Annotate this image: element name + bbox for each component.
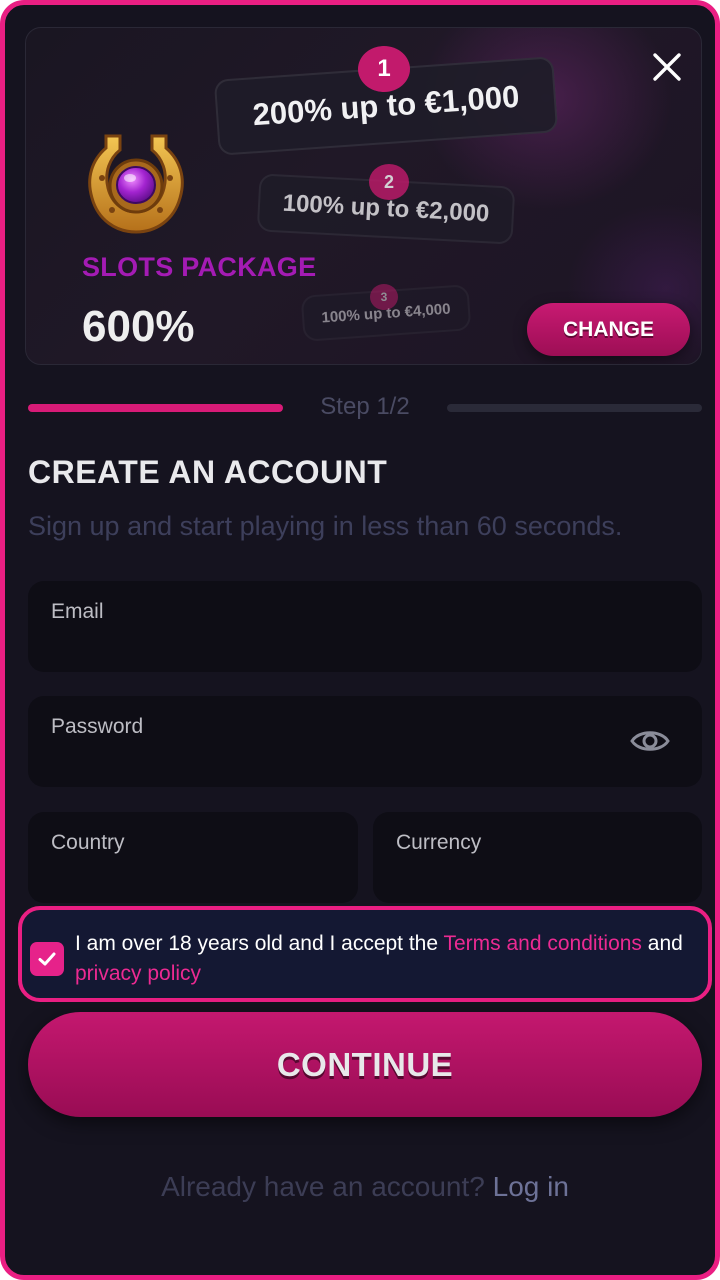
eye-icon[interactable] [630, 726, 670, 756]
signup-modal: 200% up to €1,000 1 100% up to €2,000 2 … [0, 0, 720, 1280]
close-button[interactable] [645, 45, 689, 89]
change-package-button[interactable]: CHANGE [527, 303, 690, 356]
page-title: CREATE AN ACCOUNT [28, 454, 388, 490]
package-value: 600% [82, 302, 195, 351]
country-label: Country [51, 831, 125, 854]
continue-button[interactable]: CONTINUE [28, 1012, 702, 1117]
password-label: Password [51, 715, 144, 738]
check-icon [38, 952, 56, 966]
step-indicator: Step 1/2 [320, 393, 410, 420]
step-progress-active [28, 404, 283, 412]
password-field[interactable]: Password [28, 696, 702, 787]
step-progress-inactive [447, 404, 702, 412]
login-link[interactable]: Log in [493, 1171, 569, 1202]
bonus-banner: 200% up to €1,000 1 100% up to €2,000 2 … [25, 27, 702, 365]
login-prompt: Already have an account? Log in [5, 1171, 715, 1203]
email-field[interactable]: Email [28, 581, 702, 672]
close-icon [653, 53, 681, 81]
horseshoe-gem-icon [88, 134, 184, 234]
currency-select[interactable]: Currency [373, 812, 702, 903]
terms-link[interactable]: Terms and conditions [444, 932, 642, 955]
terms-checkbox[interactable] [30, 942, 64, 976]
terms-middle: and [641, 932, 683, 955]
bonus-tier-1-number: 1 [358, 46, 410, 92]
page-subtitle: Sign up and start playing in less than 6… [28, 511, 623, 541]
currency-label: Currency [396, 831, 482, 854]
bonus-tier-3-number: 3 [370, 284, 398, 310]
bonus-tier-2-number: 2 [369, 164, 409, 200]
country-select[interactable]: Country [28, 812, 358, 903]
email-input[interactable] [51, 631, 591, 659]
terms-prefix: I am over 18 years old and I accept the [75, 932, 444, 955]
terms-text: I am over 18 years old and I accept the … [75, 929, 705, 989]
login-question: Already have an account? [161, 1171, 485, 1202]
terms-consent: I am over 18 years old and I accept the … [18, 906, 712, 1002]
password-input[interactable] [51, 746, 591, 774]
package-label: SLOTS PACKAGE [82, 252, 317, 282]
privacy-policy-link[interactable]: privacy policy [75, 962, 201, 985]
email-label: Email [51, 600, 104, 623]
